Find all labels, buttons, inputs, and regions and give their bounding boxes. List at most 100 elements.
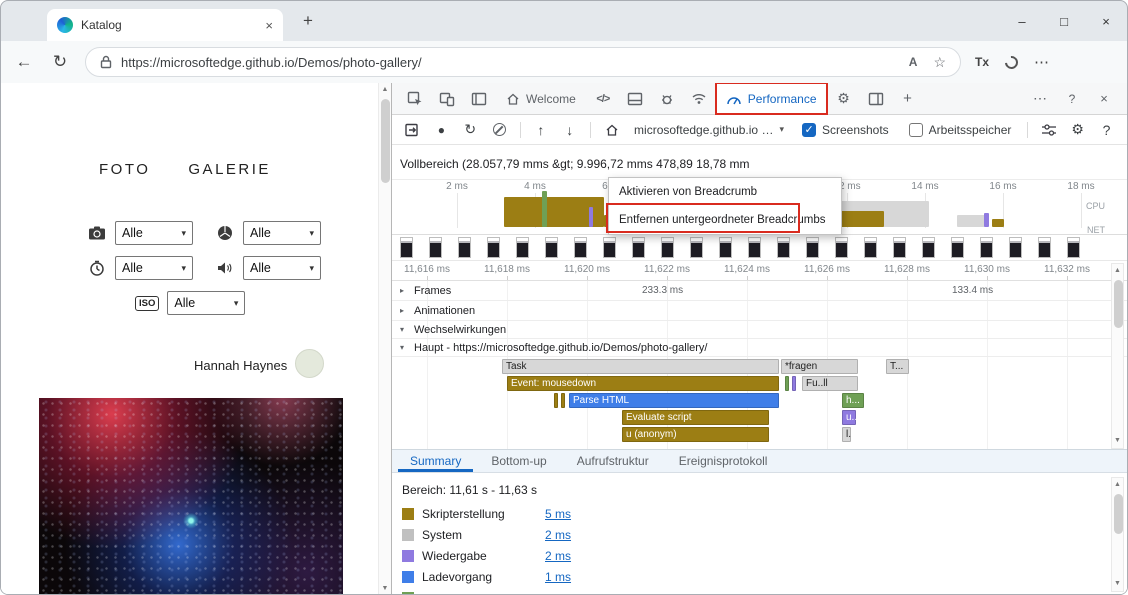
tab-performance[interactable]: Performance (716, 83, 827, 114)
filmstrip-thumbnail[interactable] (603, 237, 616, 258)
refresh-button[interactable]: ↻ (49, 52, 71, 72)
scrollbar-thumb[interactable] (1114, 280, 1123, 328)
filmstrip-thumbnail[interactable] (864, 237, 877, 258)
import-profile-icon[interactable] (400, 118, 425, 142)
scrollbar-thumb[interactable] (1114, 494, 1123, 534)
tab-close-icon[interactable]: × (265, 18, 273, 33)
filmstrip-thumbnail[interactable] (429, 237, 442, 258)
flame-bar[interactable]: T... (886, 359, 909, 374)
flash-filter-select[interactable]: Alle ▾ (243, 256, 321, 280)
bottom-tab-bottom-up[interactable]: Bottom-up (479, 451, 558, 472)
summary-scrollbar[interactable]: ▲ ▼ (1111, 477, 1124, 592)
filmstrip-thumbnail[interactable] (400, 237, 413, 258)
exposure-filter-select[interactable]: Alle ▾ (115, 256, 193, 280)
legend-value[interactable]: 5 ms (545, 507, 571, 521)
filmstrip-thumbnail[interactable] (1009, 237, 1022, 258)
filmstrip-thumbnail[interactable] (1067, 237, 1080, 258)
back-button[interactable]: ← (13, 52, 35, 72)
clear-icon[interactable] (487, 118, 512, 142)
screenshots-checkbox[interactable]: Screenshots (794, 123, 897, 137)
minimize-button[interactable]: – (1001, 14, 1043, 29)
scroll-up-icon[interactable]: ▲ (1112, 480, 1123, 490)
origin-selector[interactable]: microsoftedge.github.io … ▾ (628, 123, 790, 137)
more-tools-plus-icon[interactable]: + (893, 86, 923, 112)
scroll-down-icon[interactable]: ▼ (379, 584, 391, 594)
flame-bar[interactable] (561, 393, 565, 408)
flame-bar[interactable]: Task (502, 359, 779, 374)
scroll-down-icon[interactable]: ▼ (1112, 579, 1123, 589)
memory-checkbox[interactable]: Arbeitsspeicher (901, 123, 1020, 137)
close-button[interactable]: × (1085, 14, 1127, 29)
dock-side-icon[interactable] (861, 86, 891, 112)
filmstrip-thumbnail[interactable] (719, 237, 732, 258)
network-conditions-icon[interactable] (684, 86, 714, 112)
address-bar[interactable]: https://microsoftedge.github.io/Demos/ph… (85, 47, 961, 77)
capture-settings-gear-icon[interactable]: ⚙ (1065, 118, 1090, 142)
browser-tab[interactable]: Katalog × (47, 9, 283, 41)
filmstrip-thumbnail[interactable] (458, 237, 471, 258)
flame-bar[interactable]: Parse HTML (569, 393, 779, 408)
filmstrip-thumbnail[interactable] (574, 237, 587, 258)
flame-bar[interactable]: u... (842, 410, 856, 425)
camera-filter-select[interactable]: Alle ▾ (115, 221, 193, 245)
disclosure-triangle-icon[interactable]: ▾ (400, 343, 409, 352)
filmstrip-thumbnail[interactable] (632, 237, 645, 258)
bottom-tab-ereignisprotokoll[interactable]: Ereignisprotokoll (667, 451, 780, 472)
activity-bar-icon[interactable] (464, 86, 494, 112)
translate-icon[interactable]: Tx (975, 55, 989, 69)
track-frames[interactable]: ▸ Frames 233.3 ms133.4 ms (392, 281, 1127, 301)
new-tab-button[interactable]: + (303, 11, 313, 31)
flame-chart[interactable]: Task*fragenT...Event: mousedownFu..llPar… (392, 357, 1107, 449)
aperture-filter-select[interactable]: Alle ▾ (243, 221, 321, 245)
throttling-sliders-icon[interactable] (1036, 118, 1061, 142)
device-toolbar-icon[interactable] (432, 86, 462, 112)
scroll-down-icon[interactable]: ▼ (1112, 436, 1123, 446)
flame-bar[interactable]: Fu..ll (802, 376, 858, 391)
checkbox-unchecked-icon[interactable] (909, 123, 923, 137)
menu-item-activate-breadcrumb[interactable]: Aktivieren von Breadcrumb (609, 178, 841, 206)
flame-bar[interactable]: h... (842, 393, 864, 408)
iso-filter-select[interactable]: Alle ▾ (167, 291, 245, 315)
devtools-close-icon[interactable]: × (1089, 86, 1119, 112)
legend-value[interactable]: 1 ms (545, 570, 571, 584)
sources-icon[interactable]: </> (588, 86, 618, 112)
browser-essentials-icon[interactable] (1002, 53, 1020, 71)
flame-bar[interactable]: Evaluate script (622, 410, 769, 425)
bottom-tab-aufrufstruktur[interactable]: Aufrufstruktur (565, 451, 661, 472)
disclosure-triangle-icon[interactable]: ▸ (400, 306, 409, 315)
gallery-photo[interactable] (39, 398, 343, 595)
filmstrip-thumbnail[interactable] (980, 237, 993, 258)
filmstrip-thumbnail[interactable] (806, 237, 819, 258)
filmstrip-thumbnail[interactable] (893, 237, 906, 258)
filmstrip-thumbnail[interactable] (748, 237, 761, 258)
read-aloud-icon[interactable]: A (909, 55, 918, 69)
tab-welcome[interactable]: Welcome (496, 83, 586, 114)
filmstrip-thumbnail[interactable] (487, 237, 500, 258)
settings-more-icon[interactable]: ⋯ (1034, 53, 1049, 71)
page-scrollbar[interactable]: ▲ ▼ (378, 83, 391, 595)
maximize-button[interactable]: □ (1043, 14, 1085, 29)
menu-item-remove-child-breadcrumbs[interactable]: Entfernen untergeordneter Breadcrumbs (609, 206, 841, 234)
flame-bar[interactable]: Event: mousedown (507, 376, 779, 391)
load-profile-icon[interactable]: ↑ (528, 118, 553, 142)
inspect-icon[interactable] (400, 86, 430, 112)
record-icon[interactable]: ● (429, 118, 454, 142)
scroll-up-icon[interactable]: ▲ (379, 85, 391, 95)
flame-bar[interactable]: u (anonym) (622, 427, 769, 442)
filmstrip-thumbnail[interactable] (951, 237, 964, 258)
toolbar-help-icon[interactable]: ? (1094, 118, 1119, 142)
nav-galerie[interactable]: GALERIE (188, 161, 271, 178)
gear-icon[interactable]: ⚙ (829, 86, 859, 112)
nav-foto[interactable]: FOTO (99, 161, 150, 178)
live-metrics-home-icon[interactable] (599, 118, 624, 142)
bottom-tab-summary[interactable]: Summary (398, 451, 473, 472)
filmstrip-thumbnail[interactable] (777, 237, 790, 258)
filmstrip-thumbnail[interactable] (922, 237, 935, 258)
filmstrip-thumbnail[interactable] (1038, 237, 1051, 258)
disclosure-triangle-icon[interactable]: ▸ (400, 286, 409, 295)
flame-bar[interactable] (792, 376, 796, 391)
favorites-star-icon[interactable]: ☆ (933, 54, 946, 71)
filmstrip-thumbnail[interactable] (690, 237, 703, 258)
flame-bar[interactable] (554, 393, 558, 408)
flame-bar[interactable] (785, 376, 789, 391)
